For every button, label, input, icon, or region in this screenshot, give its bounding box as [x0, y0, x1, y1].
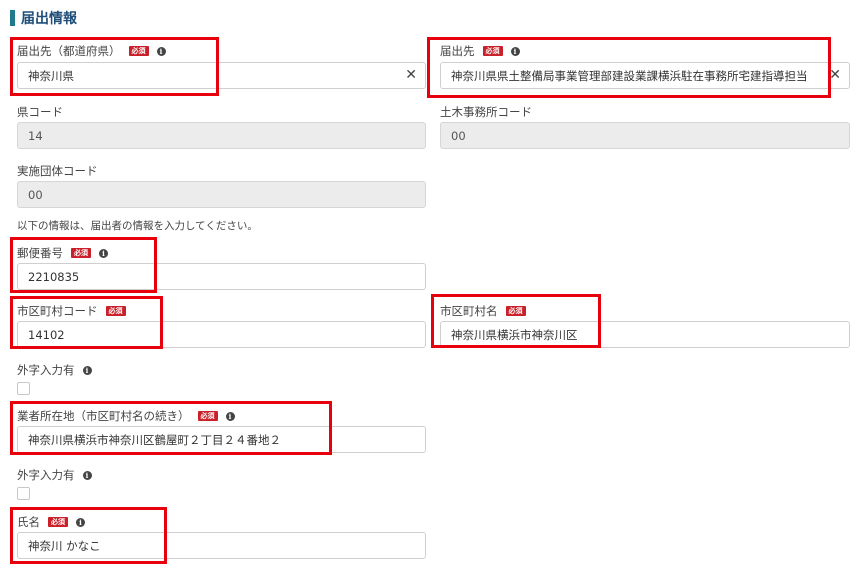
city-name-label-row: 市区町村名 必須: [440, 303, 526, 319]
postal-label-row: 郵便番号 必須 i: [17, 245, 108, 261]
city-name-input[interactable]: 神奈川県横浜市神奈川区: [440, 321, 850, 348]
postal-input[interactable]: 2210835: [17, 263, 426, 290]
pref-code-field: 14: [17, 122, 426, 149]
address-value: 神奈川県横浜市神奈川区鶴屋町２丁目２４番地２: [28, 432, 281, 447]
address-label-row: 業者所在地（市区町村名の続き） 必須 i: [17, 408, 235, 424]
city-code-label-row: 市区町村コード 必須: [17, 303, 126, 319]
section-header: 届出情報: [10, 8, 77, 28]
required-badge: 必須: [505, 306, 526, 316]
civil-code-label-row: 土木事務所コード: [440, 104, 532, 120]
name-label: 氏名: [17, 515, 40, 529]
city-name-value: 神奈川県横浜市神奈川区: [451, 327, 578, 342]
required-badge: 必須: [197, 411, 218, 421]
office-label-row: 届出先 必須 i: [440, 43, 520, 59]
office-select[interactable]: 神奈川県県土整備局事業管理部建設業課横浜駐在事務所宅建指導担当 ✕: [440, 62, 850, 89]
info-icon[interactable]: i: [82, 365, 92, 375]
gaiji-label: 外字入力有: [17, 468, 75, 482]
info-icon[interactable]: i: [225, 411, 235, 421]
org-code-label: 実施団体コード: [17, 164, 98, 178]
pref-code-label-row: 県コード: [17, 104, 63, 120]
close-icon[interactable]: ✕: [826, 67, 841, 83]
postal-value: 2210835: [28, 269, 80, 284]
prefecture-value: 神奈川県: [28, 68, 74, 83]
required-badge: 必須: [482, 46, 503, 56]
prefecture-label-row: 届出先（都道府県） 必須 i: [17, 43, 166, 59]
postal-label: 郵便番号: [17, 246, 63, 260]
info-icon[interactable]: i: [82, 470, 92, 480]
section-bar: [10, 10, 15, 26]
org-code-value: 00: [28, 187, 43, 202]
required-badge: 必須: [71, 248, 91, 258]
gaiji-checkbox-1[interactable]: [17, 382, 30, 395]
civil-code-value: 00: [451, 128, 466, 143]
org-code-field: 00: [17, 181, 426, 208]
org-code-label-row: 実施団体コード: [17, 163, 98, 179]
gaiji-label-row-2: 外字入力有 i: [17, 467, 92, 483]
city-code-input[interactable]: 14102: [17, 321, 426, 348]
civil-code-label: 土木事務所コード: [440, 105, 532, 119]
pref-code-value: 14: [28, 128, 43, 143]
name-label-row: 氏名 必須 i: [17, 514, 85, 530]
address-label: 業者所在地（市区町村名の続き）: [17, 409, 190, 423]
office-label: 届出先: [440, 44, 475, 58]
required-badge: 必須: [48, 517, 68, 527]
required-badge: 必須: [105, 306, 126, 316]
section-title: 届出情報: [21, 11, 77, 27]
pref-code-label: 県コード: [17, 105, 63, 119]
gaiji-label: 外字入力有: [17, 363, 75, 377]
gaiji-label-row-1: 外字入力有 i: [17, 362, 92, 378]
city-code-value: 14102: [28, 327, 65, 342]
required-badge: 必須: [128, 46, 149, 56]
name-value: 神奈川 かなこ: [28, 538, 101, 553]
city-name-label: 市区町村名: [440, 304, 498, 318]
city-code-label: 市区町村コード: [17, 304, 98, 318]
gaiji-checkbox-2[interactable]: [17, 487, 30, 500]
office-value: 神奈川県県土整備局事業管理部建設業課横浜駐在事務所宅建指導担当: [451, 68, 808, 83]
instruction-note: 以下の情報は、届出者の情報を入力してください。: [17, 220, 258, 232]
info-icon[interactable]: i: [156, 46, 166, 56]
name-input[interactable]: 神奈川 かなこ: [17, 532, 426, 559]
prefecture-label: 届出先（都道府県）: [17, 44, 121, 58]
info-icon[interactable]: i: [99, 248, 108, 258]
close-icon[interactable]: ✕: [405, 67, 417, 83]
info-icon[interactable]: i: [76, 517, 85, 527]
prefecture-select[interactable]: 神奈川県 ✕: [17, 62, 426, 89]
address-input[interactable]: 神奈川県横浜市神奈川区鶴屋町２丁目２４番地２: [17, 426, 426, 453]
civil-code-field: 00: [440, 122, 850, 149]
info-icon[interactable]: i: [510, 46, 520, 56]
